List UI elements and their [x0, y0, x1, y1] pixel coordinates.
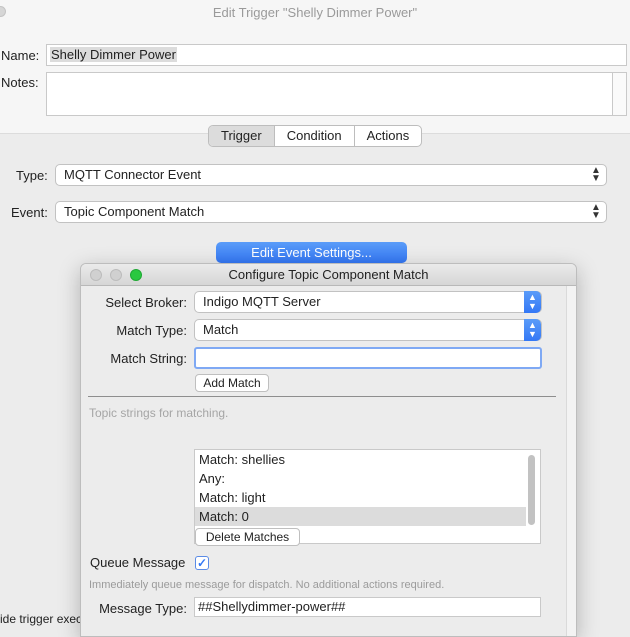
notes-label: Notes: — [1, 75, 39, 90]
list-item[interactable]: Match: light — [195, 488, 526, 507]
notes-scrollbar[interactable] — [613, 72, 627, 116]
updown-chevron-icon: ▲ ▼ — [591, 202, 601, 221]
tab-bar: Trigger Condition Actions — [208, 125, 423, 147]
broker-popup[interactable]: Indigo MQTT Server ▲ ▼ — [194, 291, 542, 313]
list-scrollbar[interactable] — [528, 455, 535, 525]
close-icon[interactable] — [90, 269, 102, 281]
window-title: Edit Trigger "Shelly Dimmer Power" — [0, 0, 630, 26]
list-item-selected[interactable]: Match: 0 — [195, 507, 526, 526]
configure-dialog: Configure Topic Component Match Select B… — [80, 263, 577, 637]
dialog-body: Select Broker: Indigo MQTT Server ▲ ▼ Mat… — [81, 286, 566, 636]
zoom-icon[interactable] — [130, 269, 142, 281]
message-type-input[interactable]: ##Shellydimmer-power## — [194, 597, 541, 617]
minimize-icon[interactable] — [110, 269, 122, 281]
dialog-title-bar: Configure Topic Component Match — [81, 264, 576, 286]
list-item[interactable]: Any: — [195, 469, 526, 488]
dialog-title: Configure Topic Component Match — [228, 267, 429, 282]
tab-actions[interactable]: Actions — [355, 126, 422, 146]
name-value: Shelly Dimmer Power — [50, 47, 177, 62]
list-item[interactable]: Match: shellies — [195, 450, 526, 469]
updown-chevron-icon: ▲ ▼ — [524, 291, 541, 313]
message-type-label: Message Type: — [99, 601, 187, 616]
updown-chevron-icon: ▲ ▼ — [591, 165, 601, 184]
event-popup[interactable]: Topic Component Match ▲ ▼ — [55, 201, 607, 223]
match-type-label: Match Type: — [116, 323, 187, 338]
broker-value: Indigo MQTT Server — [203, 294, 321, 309]
type-popup[interactable]: MQTT Connector Event ▲ ▼ — [55, 164, 607, 186]
topic-hint: Topic strings for matching. — [89, 406, 229, 420]
tab-condition[interactable]: Condition — [275, 126, 355, 146]
partial-trigger-text: ide trigger exec — [0, 612, 80, 626]
match-string-label: Match String: — [110, 351, 187, 366]
name-input[interactable]: Shelly Dimmer Power — [46, 44, 627, 66]
edit-event-settings-button[interactable]: Edit Event Settings... — [216, 242, 407, 263]
updown-chevron-icon: ▲ ▼ — [524, 319, 541, 341]
dialog-scrollbar[interactable] — [566, 286, 576, 636]
divider — [88, 396, 556, 397]
match-type-value: Match — [203, 322, 239, 337]
match-string-input[interactable] — [194, 347, 542, 369]
notes-textarea[interactable] — [46, 72, 613, 116]
type-label: Type: — [16, 168, 48, 183]
event-value: Topic Component Match — [64, 204, 205, 219]
queue-message-checkbox[interactable]: ✓ — [195, 556, 209, 570]
name-label: Name: — [1, 48, 40, 63]
type-value: MQTT Connector Event — [64, 167, 202, 182]
queue-message-label: Queue Message — [90, 555, 186, 570]
select-broker-label: Select Broker: — [105, 295, 187, 310]
event-label: Event: — [11, 205, 48, 220]
delete-matches-button[interactable]: Delete Matches — [195, 528, 300, 546]
queue-help-text: Immediately queue message for dispatch. … — [89, 579, 445, 591]
match-type-popup[interactable]: Match ▲ ▼ — [194, 319, 542, 341]
tab-trigger[interactable]: Trigger — [209, 126, 275, 146]
add-match-button[interactable]: Add Match — [195, 374, 269, 392]
